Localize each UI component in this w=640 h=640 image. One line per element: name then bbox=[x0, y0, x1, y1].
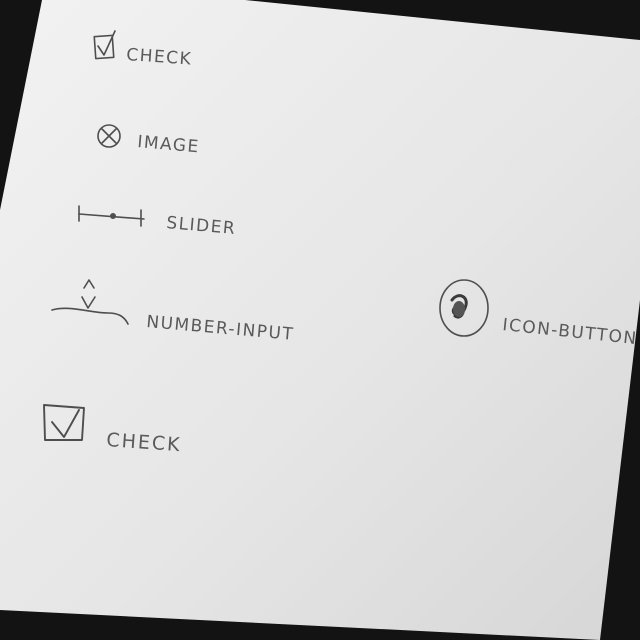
sketch-photo: CHECK IMAGE SLIDER NUMBER-INPUT CHECK IC… bbox=[0, 0, 640, 640]
photo-stage: CHECK IMAGE SLIDER NUMBER-INPUT CHECK IC… bbox=[0, 0, 640, 640]
